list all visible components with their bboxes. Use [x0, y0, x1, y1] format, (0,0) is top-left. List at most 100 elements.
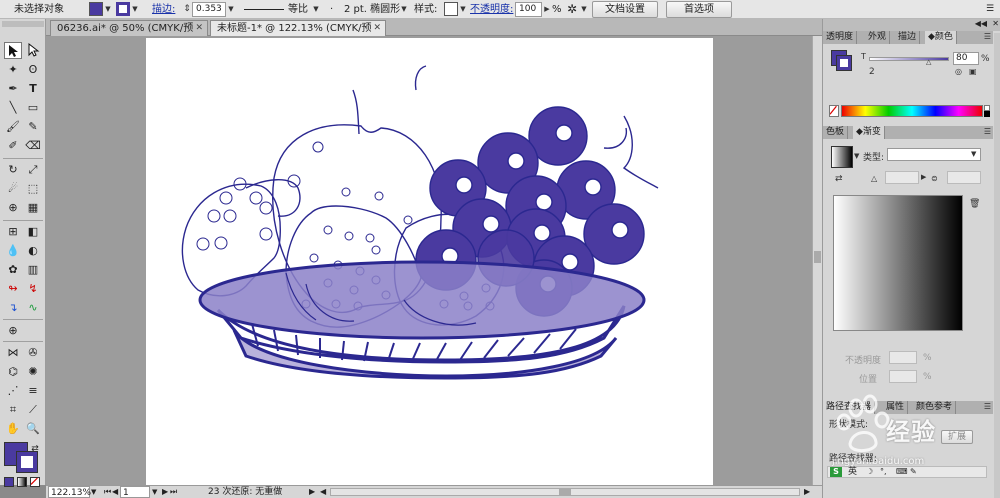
tab-untitled-1[interactable]: 未标题-1* @ 122.13% (CMYK/预览) ✕: [210, 20, 386, 49]
tab-06236[interactable]: 06236.ai* @ 50% (CMYK/预览) ✕: [50, 20, 208, 49]
opacity-link[interactable]: 不透明度:: [470, 2, 513, 17]
zoom-dropdown-icon[interactable]: ▼: [91, 486, 96, 498]
collapse-dock-icon[interactable]: ◀◀: [975, 19, 987, 28]
rotate-tool-icon[interactable]: ↻: [4, 161, 22, 178]
eraser-tool-icon[interactable]: ⌫: [24, 137, 42, 154]
close-dock-icon[interactable]: ✕: [992, 19, 999, 28]
pencil-tool-icon[interactable]: ✎: [24, 118, 42, 135]
preferences-button[interactable]: 首选项: [666, 1, 732, 18]
type-tool-icon[interactable]: T: [24, 80, 42, 97]
lasso-tool-icon[interactable]: ʘ: [24, 61, 42, 78]
none-mode-icon[interactable]: [30, 477, 40, 487]
magic-wand-tool-icon[interactable]: ✦: [4, 61, 22, 78]
color-guide-icon[interactable]: ↬: [4, 280, 22, 297]
stroke-link[interactable]: 描边:: [152, 2, 175, 17]
crystallize-tool-icon[interactable]: ✺: [24, 363, 42, 380]
direct-selection-tool-icon[interactable]: [24, 42, 42, 59]
bloat-tool-icon[interactable]: ⌬: [4, 363, 22, 380]
gradient-mode-icon[interactable]: [17, 477, 27, 487]
line-tool-icon[interactable]: ╲: [4, 99, 22, 116]
tab-transparency[interactable]: 透明度: [823, 31, 858, 44]
tab-gradient[interactable]: ◆渐变: [853, 126, 885, 139]
tab-appearance[interactable]: 外观: [865, 31, 891, 44]
blend-tool-icon[interactable]: ◐: [24, 242, 42, 259]
reverse-gradient-icon[interactable]: ⇄: [835, 174, 843, 184]
eyedropper-tool-icon[interactable]: 💧: [4, 242, 22, 259]
document-setup-button[interactable]: 文档设置: [592, 1, 658, 18]
fruit-bowl-artwork[interactable]: [146, 38, 713, 486]
style-swatch[interactable]: [444, 2, 458, 16]
selection-tool-icon[interactable]: [4, 42, 22, 59]
gradient-angle-field[interactable]: [885, 171, 919, 184]
hand-tool-icon[interactable]: ✋: [4, 420, 22, 437]
brush-dropdown-icon[interactable]: ▼: [400, 2, 408, 16]
panel-menu-icon[interactable]: ☰: [984, 402, 991, 411]
tab-stroke[interactable]: 描边: [895, 31, 921, 44]
none-color-icon[interactable]: [829, 105, 839, 117]
hscroll-left-icon[interactable]: ◀: [320, 486, 326, 498]
opacity-dropdown-icon[interactable]: ▶: [543, 2, 551, 16]
gradient-preview-dropdown-icon[interactable]: ▼: [854, 152, 859, 160]
panel-menu-icon[interactable]: ☰: [984, 32, 991, 41]
scale-tool-icon[interactable]: ⤢: [24, 161, 42, 178]
gradient-slider-preview[interactable]: [833, 195, 963, 331]
gradient-preview[interactable]: [831, 146, 853, 168]
artboard-dropdown-icon[interactable]: ▼: [152, 486, 157, 498]
gradient-aspect-field[interactable]: [947, 171, 981, 184]
column-graph-tool-icon[interactable]: ▥: [24, 261, 42, 278]
brush-definition[interactable]: 2 pt. 椭圆形: [344, 2, 400, 17]
zoom-tool-icon[interactable]: 🔍: [24, 420, 42, 437]
horizontal-scrollbar[interactable]: [330, 488, 800, 496]
swap-colors-icon[interactable]: ⇄: [29, 441, 41, 458]
stop-position-field[interactable]: [889, 370, 917, 383]
black-swatch[interactable]: [984, 111, 990, 117]
shape-builder-tool-icon[interactable]: ⊕: [4, 199, 22, 216]
close-icon[interactable]: ✕: [373, 21, 381, 36]
twirl-tool-icon[interactable]: ✇: [24, 344, 42, 361]
knife-tool-icon[interactable]: ⟋: [24, 401, 42, 418]
tint-slider[interactable]: [869, 57, 949, 61]
out-of-gamut-icon[interactable]: ◎: [955, 67, 962, 76]
recolor-artwork-icon[interactable]: ↯: [24, 280, 42, 297]
web-safe-icon[interactable]: ▣: [969, 67, 977, 76]
opacity-field[interactable]: 100: [515, 2, 542, 17]
pen-tool-icon[interactable]: ✒: [4, 80, 22, 97]
profile-dropdown-icon[interactable]: ▼: [312, 2, 320, 16]
fill-swatch[interactable]: [89, 2, 103, 16]
canvas-vertical-scrollbar[interactable]: [812, 36, 822, 486]
live-paint-selection-icon[interactable]: ∿: [24, 299, 42, 316]
perspective-grid-tool-icon[interactable]: ▦: [24, 199, 42, 216]
canvas-area[interactable]: [46, 36, 812, 486]
blob-brush-tool-icon[interactable]: ✐: [4, 137, 22, 154]
recolor-dropdown-icon[interactable]: ▼: [580, 2, 588, 16]
scrollbar-thumb[interactable]: [814, 251, 821, 263]
scallop-tool-icon[interactable]: ⋰: [4, 382, 22, 399]
close-icon[interactable]: ✕: [195, 21, 203, 36]
rectangle-tool-icon[interactable]: ▭: [24, 99, 42, 116]
delete-stop-icon[interactable]: 🗑: [969, 199, 980, 209]
tint-slider-handle-icon[interactable]: △: [926, 58, 931, 66]
symbol-sprayer-tool-icon[interactable]: ✿: [4, 261, 22, 278]
slice-tool-icon[interactable]: ⋈: [4, 344, 22, 361]
last-artboard-icon[interactable]: ⏭: [170, 486, 177, 498]
gradient-type-select[interactable]: [887, 148, 981, 161]
control-bar-menu-icon[interactable]: ☰: [986, 2, 994, 17]
hscroll-right-icon[interactable]: ▶: [804, 486, 810, 498]
color-spectrum[interactable]: [841, 105, 983, 117]
stroke-weight-stepper[interactable]: ⇕: [183, 2, 191, 16]
free-transform-tool-icon[interactable]: ⬚: [24, 180, 42, 197]
fill-dropdown-icon[interactable]: ▼: [104, 2, 112, 16]
gradient-tool-icon[interactable]: ◧: [24, 223, 42, 240]
wrinkle-tool-icon[interactable]: ≡: [24, 382, 42, 399]
artboard-tool-icon[interactable]: ⊕: [4, 322, 22, 339]
crop-tool-icon[interactable]: ⌗: [4, 401, 22, 418]
paintbrush-tool-icon[interactable]: 🖌: [4, 118, 22, 135]
stroke-swatch[interactable]: [116, 2, 130, 16]
tint-field[interactable]: 80: [953, 52, 979, 65]
warp-tool-icon[interactable]: ☄: [4, 180, 22, 197]
gradient-type-dropdown-icon[interactable]: ▼: [971, 150, 976, 158]
color-mode-icon[interactable]: [4, 477, 14, 487]
stroke-dropdown-icon[interactable]: ▼: [131, 2, 139, 16]
live-paint-tool-icon[interactable]: ↴: [4, 299, 22, 316]
style-dropdown-icon[interactable]: ▼: [459, 2, 467, 16]
